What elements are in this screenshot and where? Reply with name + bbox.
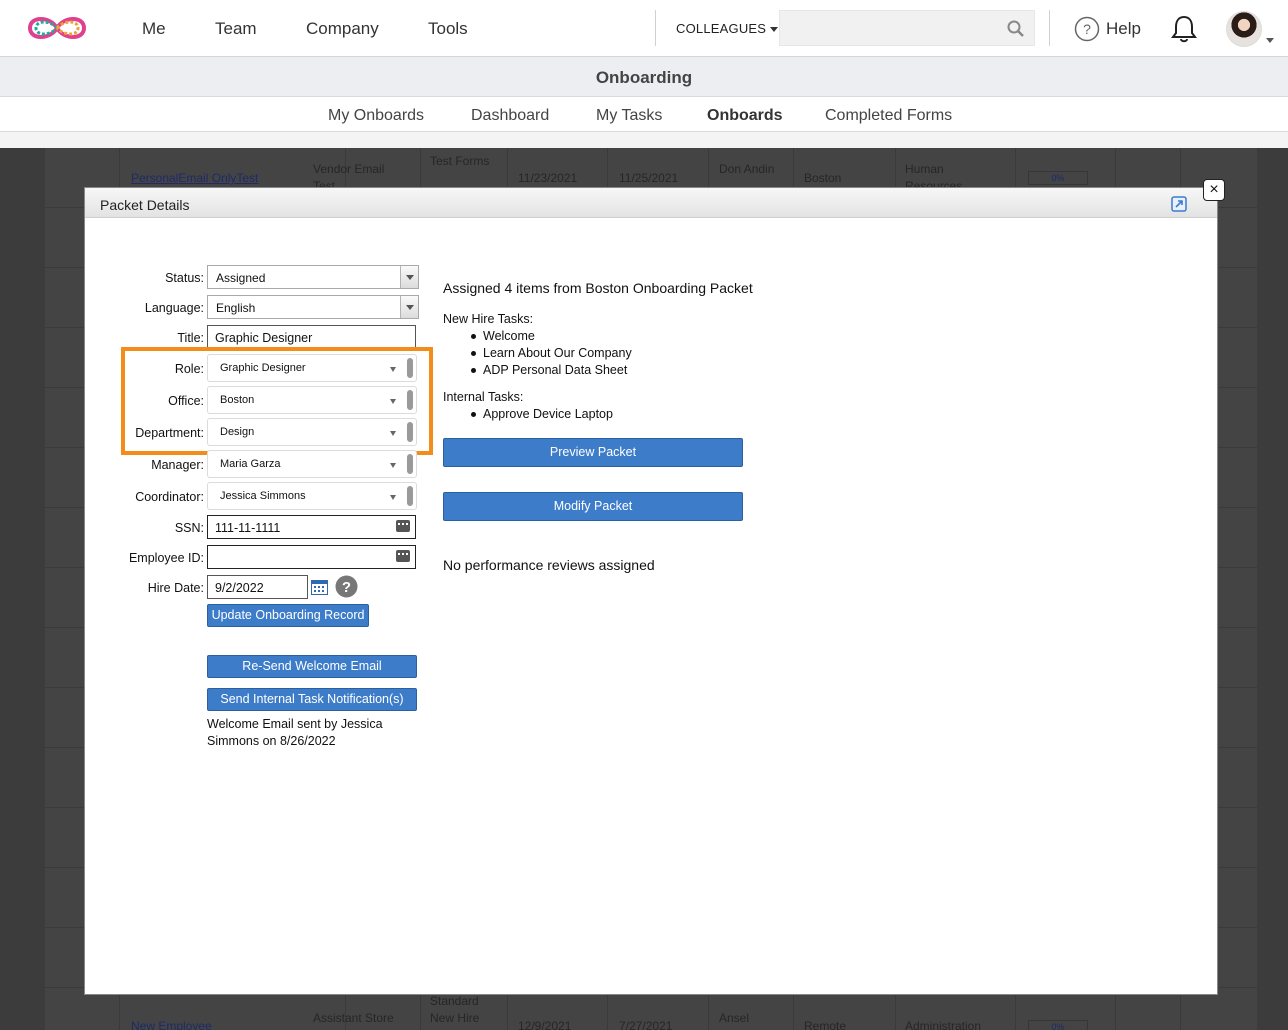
keyboard-icon[interactable]: [396, 520, 410, 532]
internal-tasks-heading: Internal Tasks:: [443, 390, 524, 404]
tab-bar: My Onboards Dashboard My Tasks Onboards …: [0, 97, 1288, 132]
status-label: Status:: [165, 271, 204, 285]
help-icon[interactable]: ?: [1074, 16, 1100, 42]
tab-completed-forms[interactable]: Completed Forms: [825, 107, 952, 125]
nav-company[interactable]: Company: [306, 19, 379, 39]
new-hire-tasks-list: Welcome Learn About Our Company ADP Pers…: [465, 328, 632, 379]
section-header: Onboarding: [0, 57, 1288, 97]
department-select[interactable]: Design: [207, 418, 417, 446]
ssn-input[interactable]: 111-11-1111: [207, 515, 416, 539]
chevron-down-icon[interactable]: [1266, 38, 1274, 43]
chevron-down-icon[interactable]: [400, 266, 418, 288]
chevron-down-icon[interactable]: [390, 399, 396, 404]
role-select[interactable]: Graphic Designer: [207, 354, 417, 382]
internal-tasks-list: Approve Device Laptop: [465, 406, 613, 423]
search-icon[interactable]: [1006, 19, 1026, 39]
department-label: Department:: [135, 426, 204, 440]
scrollbar[interactable]: [407, 454, 413, 474]
hire-date-label: Hire Date:: [147, 581, 204, 595]
close-icon: ×: [1209, 181, 1219, 198]
employee-id-input[interactable]: [207, 545, 416, 569]
tab-my-onboards[interactable]: My Onboards: [328, 107, 424, 125]
search-input[interactable]: [779, 10, 1035, 46]
language-label: Language:: [144, 301, 204, 315]
colleagues-dropdown[interactable]: COLLEAGUES: [676, 21, 778, 36]
manager-label: Manager:: [151, 458, 204, 472]
help-icon[interactable]: ?: [335, 575, 358, 598]
list-item: ADP Personal Data Sheet: [465, 362, 632, 379]
tab-dashboard[interactable]: Dashboard: [471, 107, 549, 125]
top-navigation: Me Team Company Tools COLLEAGUES ? Help: [0, 0, 1288, 57]
dialog-title: Packet Details: [100, 197, 190, 213]
resend-welcome-email-button[interactable]: Re-Send Welcome Email: [207, 655, 417, 678]
welcome-email-note: Welcome Email sent by Jessica Simmons on…: [207, 717, 383, 748]
list-item: Welcome: [465, 328, 632, 345]
preview-packet-button[interactable]: Preview Packet: [443, 438, 743, 467]
avatar[interactable]: [1226, 11, 1262, 47]
chevron-down-icon[interactable]: [400, 296, 418, 318]
content-strip: [0, 132, 1288, 148]
language-select[interactable]: English: [207, 295, 419, 319]
dialog-header: Packet Details: [85, 188, 1217, 218]
chevron-down-icon[interactable]: [390, 495, 396, 500]
role-label: Role:: [174, 362, 204, 376]
modify-packet-button[interactable]: Modify Packet: [443, 492, 743, 521]
manager-select[interactable]: Maria Garza: [207, 450, 417, 478]
caret-down-icon: [769, 27, 778, 33]
tab-my-tasks[interactable]: My Tasks: [596, 107, 662, 125]
nav-tools[interactable]: Tools: [428, 19, 468, 39]
scrollbar[interactable]: [407, 422, 413, 442]
update-onboarding-record-button[interactable]: Update Onboarding Record: [207, 604, 369, 627]
scrollbar[interactable]: [407, 390, 413, 410]
title-label: Title:: [177, 331, 204, 345]
new-hire-tasks-heading: New Hire Tasks:: [443, 312, 534, 326]
keyboard-icon[interactable]: [396, 550, 410, 562]
status-select[interactable]: Assigned: [207, 265, 419, 289]
nav-divider: [655, 10, 656, 46]
hire-date-input[interactable]: 9/2/2022: [207, 575, 308, 599]
chevron-down-icon[interactable]: [390, 463, 396, 468]
scrollbar[interactable]: [407, 358, 413, 378]
list-item: Approve Device Laptop: [465, 406, 613, 423]
nav-divider: [1049, 10, 1050, 46]
office-select[interactable]: Boston: [207, 386, 417, 414]
help-link[interactable]: Help: [1106, 19, 1141, 39]
tab-onboards[interactable]: Onboards: [707, 107, 783, 125]
title-input[interactable]: Graphic Designer: [207, 325, 416, 349]
close-button[interactable]: ×: [1203, 179, 1225, 201]
calendar-icon[interactable]: [311, 579, 328, 595]
scrollbar[interactable]: [407, 486, 413, 506]
coordinator-select[interactable]: Jessica Simmons: [207, 482, 417, 510]
bell-icon[interactable]: [1170, 14, 1198, 44]
employee-id-label: Employee ID:: [128, 551, 204, 565]
list-item: Learn About Our Company: [465, 345, 632, 362]
nav-me[interactable]: Me: [142, 19, 166, 39]
chevron-down-icon[interactable]: [390, 431, 396, 436]
page-title: Onboarding: [595, 68, 693, 87]
svg-text:?: ?: [342, 579, 351, 596]
packet-summary: Assigned 4 items from Boston Onboarding …: [443, 280, 753, 296]
performance-reviews-note: No performance reviews assigned: [443, 557, 655, 573]
expand-icon[interactable]: [1171, 196, 1187, 212]
coordinator-label: Coordinator:: [135, 490, 204, 504]
send-internal-task-notifications-button[interactable]: Send Internal Task Notification(s): [207, 688, 417, 711]
nav-team[interactable]: Team: [215, 19, 257, 39]
chevron-down-icon[interactable]: [390, 367, 396, 372]
svg-text:?: ?: [1083, 21, 1091, 37]
company-logo-icon[interactable]: [24, 10, 90, 46]
ssn-label: SSN:: [174, 521, 204, 535]
office-label: Office:: [168, 394, 204, 408]
